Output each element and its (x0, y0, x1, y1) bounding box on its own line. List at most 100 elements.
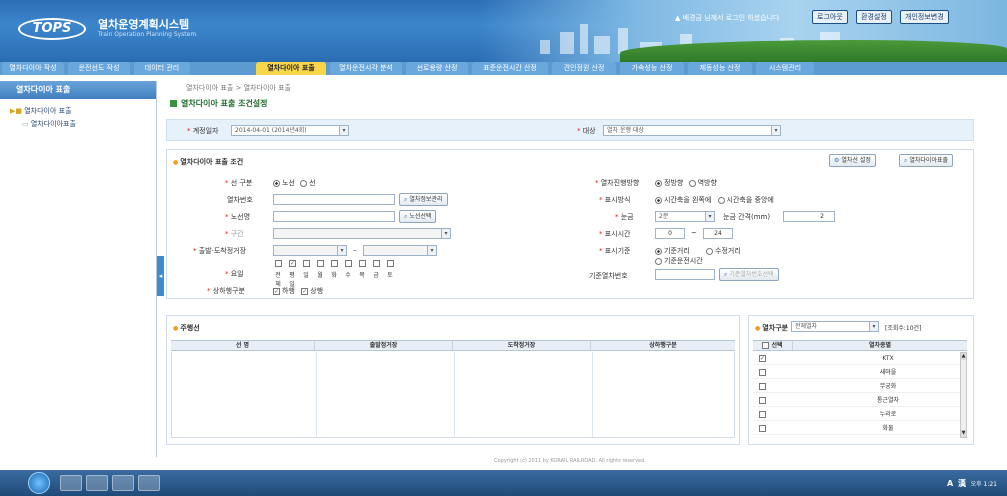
radio-axis-left[interactable] (655, 196, 662, 204)
logout-button[interactable]: 로그아웃 (812, 10, 848, 24)
train-type-select[interactable]: 전체열차 ▾ (791, 321, 879, 332)
day-checkbox-sun[interactable] (303, 260, 310, 267)
table-row[interactable]: 화물 (753, 422, 967, 435)
taskbar-media-icon[interactable] (112, 475, 134, 491)
menu-std-runtime[interactable]: 표준운전시간 산정 (472, 62, 548, 75)
row-checkbox[interactable] (759, 369, 766, 376)
menu-accel[interactable]: 가속성능 산정 (620, 62, 684, 75)
day-checkbox-fri[interactable] (373, 260, 380, 267)
scale-select[interactable]: 2분 ▾ (655, 211, 715, 222)
sidebar-collapse-handle[interactable]: ◂ (157, 256, 164, 296)
system-title: 열차운영계획시스템 (98, 18, 190, 31)
radio-line[interactable] (300, 179, 308, 187)
table-row[interactable]: 무궁화 (753, 380, 967, 393)
radio-reverse[interactable] (688, 179, 696, 187)
settings-icon: ⚙ (834, 157, 840, 164)
day-checkbox-all[interactable] (275, 260, 282, 267)
radio-route[interactable] (273, 179, 280, 187)
section-select[interactable]: ▾ (273, 228, 451, 239)
plan-date-label: 계정일자 (187, 126, 219, 136)
menu-traction[interactable]: 견인정원 산정 (552, 62, 616, 75)
sidebar-item-label: 열차다이아표출 (30, 120, 76, 128)
menu-system[interactable]: 시스템관리 (756, 62, 814, 75)
departure-station-select[interactable]: ▾ (273, 245, 347, 256)
menu-runtime-analysis[interactable]: 열차운전시각 분석 (330, 62, 402, 75)
row-checkbox[interactable] (759, 383, 766, 390)
day-label: 요일 (225, 269, 244, 279)
route-select-button[interactable]: ⌕ 노선선택 (399, 210, 437, 223)
day-checkbox-mon[interactable] (317, 260, 324, 267)
taskbar-folder-icon[interactable] (86, 475, 108, 491)
train-type-name: KTX (882, 355, 894, 362)
plan-date-select[interactable]: 2014-04-01 (2014년4회) ▾ (231, 125, 349, 136)
sidebar-folder-diagram[interactable]: ▶■ 열차다이아 표출 (0, 105, 156, 118)
radio-axis-center[interactable] (717, 196, 725, 204)
radio-base-runtime[interactable] (655, 257, 662, 265)
time-to-stepper[interactable]: 24 (703, 228, 733, 239)
scale-interval-label: 눈금 간격(mm) (723, 213, 771, 221)
menu-capacity[interactable]: 선로용량 산정 (406, 62, 468, 75)
route-panel-title: 주행선 (173, 323, 199, 333)
sidebar-item-diagram-display[interactable]: ▭ 열차다이아표출 (0, 118, 156, 131)
start-button-icon[interactable] (28, 472, 50, 494)
table-row[interactable]: 누리로 (753, 408, 967, 421)
train-type-name: 누리로 (879, 411, 897, 418)
title-marker-icon (170, 100, 177, 107)
day-name: 일 (303, 272, 309, 279)
profile-button[interactable]: 개인정보변경 (900, 10, 949, 24)
select-all-header[interactable]: 선택 (753, 341, 793, 350)
taskbar-window-icon[interactable] (138, 475, 160, 491)
route-input[interactable] (273, 211, 395, 222)
row-checkbox[interactable] (759, 397, 766, 404)
scroll-up-icon[interactable]: ▲ (961, 353, 966, 360)
radio-base-distance[interactable] (655, 247, 662, 255)
radio-modified-distance[interactable] (706, 247, 713, 255)
diagram-print-button[interactable]: ⌕ 열차다이아표출 (899, 154, 954, 167)
select-all-checkbox[interactable] (762, 342, 770, 349)
radio-forward[interactable] (655, 179, 662, 187)
tray-clock[interactable]: 오후 1:21 (971, 479, 997, 488)
day-checkbox-weekday[interactable] (289, 260, 296, 267)
menu-data-manage[interactable]: 데이터 관리 (134, 62, 190, 75)
menu-runcurve-write[interactable]: 운전선도 작성 (68, 62, 130, 75)
checkbox-down[interactable] (273, 287, 280, 295)
time-label: 표시시간 (599, 229, 631, 239)
target-label: 대상 (577, 126, 596, 136)
taskbar-ie-icon[interactable] (60, 475, 82, 491)
row-checkbox[interactable] (759, 411, 766, 418)
search-icon: ⌕ (404, 213, 408, 220)
base-train-button[interactable]: ⌕ 기준열차번호선택 (719, 268, 779, 281)
table-row[interactable]: KTX (753, 352, 967, 365)
train-no-input[interactable] (273, 194, 395, 205)
search-icon: ⌕ (724, 271, 728, 278)
time-from-stepper[interactable]: 0 (655, 228, 685, 239)
axis-radios: 기준거리 수정거리 (655, 246, 741, 256)
line-setting-button[interactable]: ⚙ 열차선 설정 (829, 154, 876, 167)
menu-brake[interactable]: 제동성능 산정 (688, 62, 752, 75)
tray-ime-indicator[interactable]: A 漢 (947, 478, 967, 489)
target-select[interactable]: 열차 운행 대상 ▾ (603, 125, 781, 136)
scroll-down-icon[interactable]: ▼ (961, 430, 966, 437)
tops-logo[interactable]: TOPS (18, 18, 86, 40)
day-checkbox-sat[interactable] (387, 260, 394, 267)
day-checkbox-wed[interactable] (345, 260, 352, 267)
day-checkbox-tue[interactable] (331, 260, 338, 267)
table-row[interactable]: 통근열차 (753, 394, 967, 407)
arrival-station-select[interactable]: ▾ (363, 245, 437, 256)
table-row[interactable]: 새마을 (753, 366, 967, 379)
row-checkbox[interactable] (759, 355, 766, 362)
day-name: 토 (387, 272, 393, 279)
train-list-scrollbar[interactable]: ▲ ▼ (960, 352, 967, 438)
scale-interval-stepper[interactable]: 2 (783, 211, 835, 222)
sidebar-item-label: 열차다이아 표출 (24, 107, 72, 115)
checkbox-up[interactable] (301, 287, 309, 295)
settings-button[interactable]: 환경설정 (856, 10, 892, 24)
train-info-button[interactable]: ⌕ 열차정보관리 (399, 193, 448, 206)
row-checkbox[interactable] (759, 425, 766, 432)
day-checkbox-thu[interactable] (359, 260, 366, 267)
menu-diagram-write[interactable]: 열차다이아 작성 (2, 62, 64, 75)
scale-label: 눈금 (615, 212, 634, 222)
menu-diagram-display[interactable]: 열차다이아 표출 (256, 62, 326, 75)
result-count: [조회수:10건] (885, 325, 922, 332)
base-train-input[interactable] (655, 269, 715, 280)
